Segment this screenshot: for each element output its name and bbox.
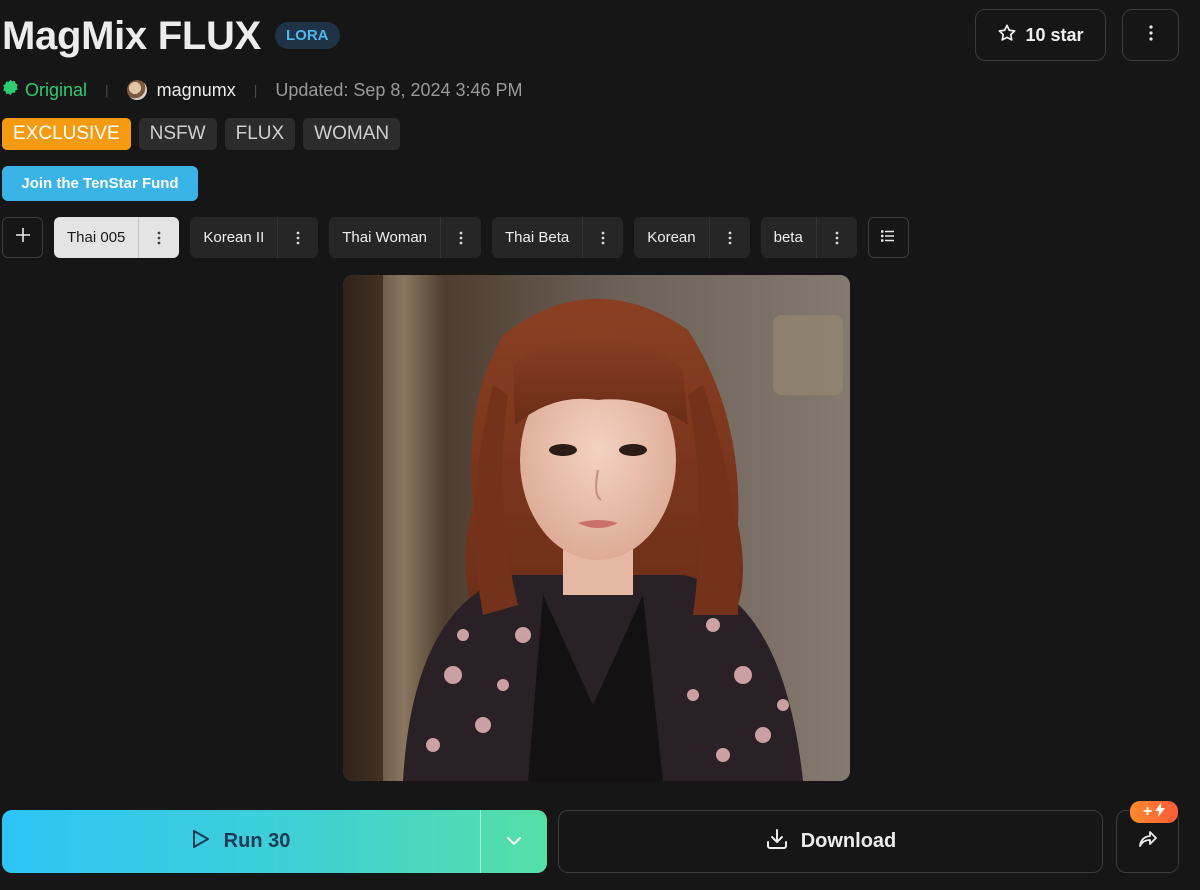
more-vertical-icon <box>1148 24 1153 46</box>
star-count-label: 10 star <box>1025 24 1084 45</box>
tag-woman[interactable]: WOMAN <box>303 118 401 150</box>
lightning-icon <box>1155 802 1166 822</box>
version-menu-button[interactable] <box>708 217 750 258</box>
more-vertical-icon <box>459 231 463 244</box>
star-button[interactable]: 10 star <box>975 9 1106 61</box>
version-tab-thai-woman[interactable]: Thai Woman <box>329 217 482 258</box>
more-vertical-icon <box>728 231 732 244</box>
tag-nsfw[interactable]: NSFW <box>138 118 217 150</box>
version-tabs: Thai 005 Korean II Thai Woman Thai Beta … <box>2 217 909 258</box>
join-fund-button[interactable]: Join the TenStar Fund <box>2 166 198 201</box>
version-tab-beta[interactable]: beta <box>760 217 857 258</box>
run-main-button[interactable]: Run 30 <box>2 810 480 873</box>
plus-icon <box>15 227 31 248</box>
promo-plus: + <box>1142 803 1153 820</box>
run-label: Run 30 <box>223 830 291 852</box>
version-tab-label: Thai Beta <box>505 229 570 246</box>
version-list-button[interactable] <box>867 217 909 258</box>
star-icon <box>997 23 1017 48</box>
download-button[interactable]: Download <box>558 810 1103 873</box>
page-title: MagMix FLUX <box>2 14 261 58</box>
verified-badge-icon <box>2 79 19 101</box>
author-name: magnumx <box>156 79 236 100</box>
more-vertical-icon <box>296 231 300 244</box>
run-button[interactable]: Run 30 <box>2 810 547 873</box>
original-label: Original <box>25 79 88 100</box>
version-tab-label: beta <box>773 229 803 246</box>
run-dropdown-button[interactable] <box>480 810 547 873</box>
more-vertical-icon <box>157 231 161 244</box>
version-tab-korean[interactable]: Korean <box>634 217 750 258</box>
model-type-badge: LORA <box>275 22 340 49</box>
updated-timestamp: Updated: Sep 8, 2024 3:46 PM <box>275 79 523 100</box>
version-menu-button[interactable] <box>582 217 623 258</box>
avatar <box>126 80 147 100</box>
version-menu-button[interactable] <box>440 217 481 258</box>
meta-divider: | <box>105 82 109 98</box>
tag-list: EXCLUSIVE NSFW FLUX WOMAN <box>2 118 401 150</box>
meta-divider: | <box>253 82 258 98</box>
version-tab-label: Korean <box>647 229 696 246</box>
chevron-down-icon <box>506 833 522 851</box>
tag-exclusive[interactable]: EXCLUSIVE <box>2 118 131 150</box>
meta-row: Original | magnumx | Updated: Sep 8, 202… <box>2 78 523 102</box>
original-indicator: Original <box>2 79 87 101</box>
more-vertical-icon <box>835 231 839 244</box>
version-tab-label: Thai 005 <box>67 229 126 246</box>
model-preview-image[interactable] <box>343 275 850 781</box>
share-icon <box>1138 830 1158 853</box>
more-vertical-icon <box>601 231 605 244</box>
tag-flux[interactable]: FLUX <box>224 118 296 150</box>
author-link[interactable]: magnumx <box>126 79 236 101</box>
download-label: Download <box>800 830 897 852</box>
play-icon <box>192 829 210 855</box>
version-tab-label: Thai Woman <box>342 229 428 246</box>
version-tab-thai-beta[interactable]: Thai Beta <box>492 217 624 258</box>
more-options-button[interactable] <box>1122 9 1179 61</box>
version-menu-button[interactable] <box>815 217 857 258</box>
version-tab-korean-ii[interactable]: Korean II <box>190 217 319 258</box>
download-icon <box>765 827 789 857</box>
promo-badge: + <box>1130 801 1178 823</box>
version-tab-thai-005[interactable]: Thai 005 <box>54 217 180 258</box>
add-version-button[interactable] <box>2 217 43 258</box>
version-menu-button[interactable] <box>138 217 179 258</box>
version-menu-button[interactable] <box>277 217 318 258</box>
list-icon <box>881 229 895 247</box>
version-tab-label: Korean II <box>203 229 265 246</box>
